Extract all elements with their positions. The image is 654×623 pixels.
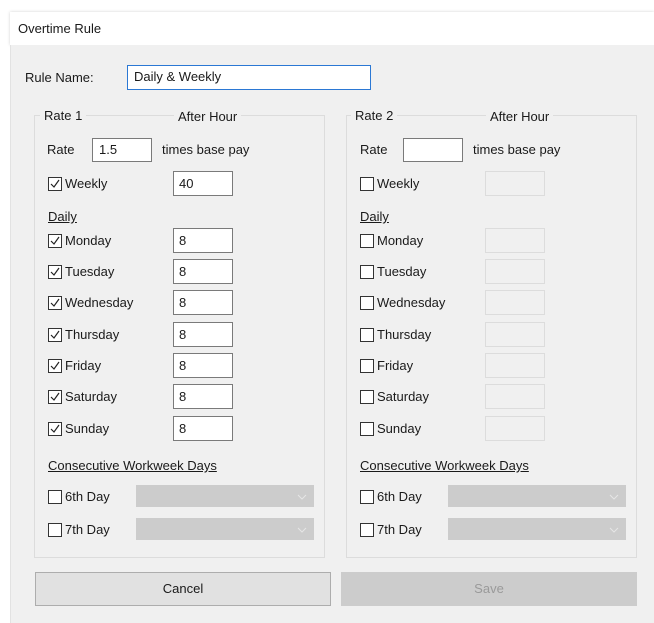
rate1-monday-hours-input[interactable]: 8 — [173, 228, 233, 253]
rate2-daily-label: Daily — [360, 209, 389, 224]
rate1-times-base-pay-label: times base pay — [162, 142, 250, 157]
rate2-6th-day-dropdown[interactable] — [448, 485, 626, 507]
rate1-7th-day-label: 7th Day — [65, 522, 110, 537]
rate2-rate-input[interactable] — [403, 138, 463, 162]
rate1-friday-label: Friday — [65, 358, 102, 373]
rate2-sunday-checkbox[interactable] — [360, 422, 374, 436]
rate1-sunday-checkbox[interactable] — [48, 422, 62, 436]
rate1-tuesday-hours-input[interactable]: 8 — [173, 259, 233, 284]
rate2-wednesday-hours-input[interactable] — [485, 290, 545, 315]
chevron-down-icon — [609, 523, 619, 538]
rate1-tuesday-label: Tuesday — [65, 264, 115, 279]
rate1-weekly-hours-input[interactable]: 40 — [173, 171, 233, 196]
rate1-friday-hours-input[interactable]: 8 — [173, 353, 233, 378]
rate2-7th-day-label: 7th Day — [377, 522, 422, 537]
rate2-weekly-label: Weekly — [377, 176, 420, 191]
rate2-wednesday-checkbox[interactable] — [360, 296, 374, 310]
overtime-rule-dialog: Rule Name: Daily & Weekly Rate 1 After H… — [10, 45, 654, 623]
rate1-friday-checkbox[interactable] — [48, 359, 62, 373]
rate2-friday-checkbox[interactable] — [360, 359, 374, 373]
rate2-6th-day-label: 6th Day — [377, 489, 422, 504]
rate1-wednesday-hours-input[interactable]: 8 — [173, 290, 233, 315]
rate2-weekly-checkbox[interactable] — [360, 177, 374, 191]
rate1-6th-day-checkbox[interactable] — [48, 490, 62, 504]
rate2-saturday-label: Saturday — [377, 389, 430, 404]
rate2-monday-checkbox[interactable] — [360, 234, 374, 248]
rate1-monday-checkbox[interactable] — [48, 234, 62, 248]
rate1-weekly-label: Weekly — [65, 176, 108, 191]
rate1-after-hour-label: After Hour — [174, 109, 242, 125]
rate2-tuesday-hours-input[interactable] — [485, 259, 545, 284]
rate1-saturday-hours-input[interactable]: 8 — [173, 384, 233, 409]
rate1-thursday-checkbox[interactable] — [48, 328, 62, 342]
rate2-tuesday-checkbox[interactable] — [360, 265, 374, 279]
rate2-saturday-hours-input[interactable] — [485, 384, 545, 409]
rate2-friday-label: Friday — [377, 358, 414, 373]
rate1-wednesday-checkbox[interactable] — [48, 296, 62, 310]
rate2-friday-hours-input[interactable] — [485, 353, 545, 378]
rate1-sunday-label: Sunday — [65, 421, 110, 436]
window-title: Overtime Rule — [18, 21, 102, 36]
rate2-after-hour-label: After Hour — [486, 109, 554, 125]
rate2-7th-day-checkbox[interactable] — [360, 523, 374, 537]
rate2-saturday-checkbox[interactable] — [360, 390, 374, 404]
chevron-down-icon — [609, 490, 619, 505]
rate1-rate-input[interactable]: 1.5 — [92, 138, 152, 162]
rate2-wednesday-label: Wednesday — [377, 295, 446, 310]
rate2-sunday-hours-input[interactable] — [485, 416, 545, 441]
save-button[interactable]: Save — [341, 572, 637, 606]
chevron-down-icon — [297, 523, 307, 538]
rate2-times-base-pay-label: times base pay — [473, 142, 561, 157]
rate2-monday-label: Monday — [377, 233, 424, 248]
rule-name-label: Rule Name: — [25, 70, 94, 85]
rate1-monday-label: Monday — [65, 233, 112, 248]
rate1-group-label: Rate 1 — [40, 108, 87, 124]
rate1-daily-label: Daily — [48, 209, 77, 224]
rate1-tuesday-checkbox[interactable] — [48, 265, 62, 279]
rate2-thursday-checkbox[interactable] — [360, 328, 374, 342]
rate2-monday-hours-input[interactable] — [485, 228, 545, 253]
rate2-thursday-hours-input[interactable] — [485, 322, 545, 347]
chevron-down-icon — [297, 490, 307, 505]
rate2-7th-day-dropdown[interactable] — [448, 518, 626, 540]
rate1-rate-label: Rate — [47, 142, 75, 157]
rate1-thursday-label: Thursday — [65, 327, 120, 342]
rate1-7th-day-checkbox[interactable] — [48, 523, 62, 537]
rate1-weekly-checkbox[interactable] — [48, 177, 62, 191]
rate1-6th-day-label: 6th Day — [65, 489, 110, 504]
rate1-7th-day-dropdown[interactable] — [136, 518, 314, 540]
rate1-consecutive-label: Consecutive Workweek Days — [48, 458, 217, 473]
rate1-sunday-hours-input[interactable]: 8 — [173, 416, 233, 441]
rule-name-input[interactable]: Daily & Weekly — [127, 65, 371, 90]
rate1-saturday-checkbox[interactable] — [48, 390, 62, 404]
rate2-consecutive-label: Consecutive Workweek Days — [360, 458, 529, 473]
rate2-6th-day-checkbox[interactable] — [360, 490, 374, 504]
title-bar: Overtime Rule — [10, 12, 654, 45]
rate2-thursday-label: Thursday — [377, 327, 432, 342]
rate2-weekly-hours-input[interactable] — [485, 171, 545, 196]
rate2-sunday-label: Sunday — [377, 421, 422, 436]
rate2-rate-label: Rate — [360, 142, 388, 157]
cancel-button[interactable]: Cancel — [35, 572, 331, 606]
rate2-tuesday-label: Tuesday — [377, 264, 427, 279]
rate1-wednesday-label: Wednesday — [65, 295, 134, 310]
rate1-6th-day-dropdown[interactable] — [136, 485, 314, 507]
rate1-thursday-hours-input[interactable]: 8 — [173, 322, 233, 347]
rate1-saturday-label: Saturday — [65, 389, 118, 404]
rate2-group-label: Rate 2 — [351, 108, 398, 124]
